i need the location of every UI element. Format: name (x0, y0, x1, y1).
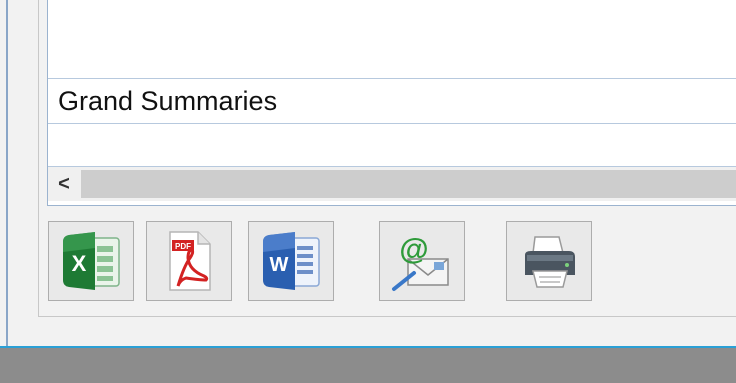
word-icon: W (263, 232, 320, 290)
taskbar-accent-line (0, 346, 736, 348)
svg-text:W: W (270, 254, 289, 276)
grand-summaries-label: Grand Summaries (58, 85, 278, 116)
grand-summaries-row[interactable]: Grand Summaries (48, 78, 736, 124)
printer-icon (525, 236, 575, 288)
chevron-left-icon: < (58, 172, 70, 195)
horizontal-scrollbar[interactable]: < (48, 167, 736, 201)
svg-text:PDF: PDF (175, 242, 191, 251)
grid-row-empty (48, 0, 736, 78)
export-excel-button[interactable]: X (48, 221, 134, 301)
svg-text:X: X (72, 251, 87, 276)
excel-icon: X (63, 232, 120, 290)
summary-grid: Grand Summaries < (47, 0, 736, 206)
send-email-button[interactable]: @ (379, 221, 465, 301)
window-left-border (6, 0, 8, 346)
scroll-left-button[interactable]: < (48, 167, 80, 201)
scrollbar-thumb[interactable] (81, 170, 736, 198)
email-icon: @ (392, 233, 449, 291)
export-pdf-button[interactable]: PDF (146, 221, 232, 301)
export-word-button[interactable]: W (248, 221, 334, 301)
pdf-icon: PDF (169, 231, 211, 291)
svg-text:@: @ (399, 233, 428, 266)
print-button[interactable] (506, 221, 592, 301)
grid-row-empty (48, 124, 736, 167)
taskbar (0, 346, 736, 383)
